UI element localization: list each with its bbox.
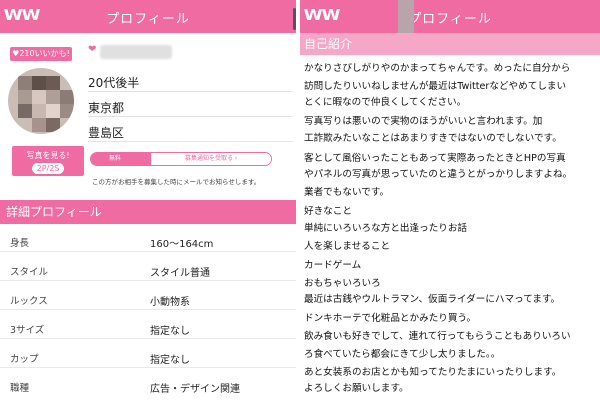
age-row: 20代後半 <box>88 70 293 92</box>
detail-row-height: 身長 160〜164cm <box>0 228 296 252</box>
detail-key: 身長 <box>10 238 30 249</box>
intro-line: おもちゃいろいろ <box>304 278 381 289</box>
intro-line: 工詐欺みたいなことはあまりすきではないのでしないです。 <box>304 133 562 144</box>
intro-line: 最近は古銭やウルトラマン、仮面ライダーにハマってます。 <box>304 294 561 305</box>
detail-key: カップ <box>10 354 39 365</box>
detail-key: 3サイズ <box>10 325 45 336</box>
detail-key: ルックス <box>10 296 48 307</box>
intro-line: 単純にいろいろな方と出逢ったりお話 <box>304 223 468 234</box>
detail-value: 小動物系 <box>150 297 190 308</box>
profile-pane-right: WW プロフィール 自己紹介 かなりさびしがりやのかまってちゃんです。めったに自… <box>300 0 600 400</box>
detail-key: 職種 <box>10 383 30 394</box>
notify-note: この方がお相手を募集した時にメールでお知らせします。 <box>92 178 261 186</box>
self-intro-heading-label: 自己紹介 <box>304 37 353 51</box>
view-photos-label: 写真を見る! <box>26 151 70 160</box>
mail-notify-toggle[interactable]: 無料 募集通知を受取る › <box>90 152 272 166</box>
profile-pane-left: WW プロフィール ♥210いいかも! 写真を見る! 2P/2S ❤ 20代後半… <box>0 0 296 400</box>
intro-line: よろしくお願いします。 <box>304 383 409 394</box>
intro-line: ろ食べていたら都会にきて少し太りました。。 <box>304 349 501 360</box>
page-title-right: プロフィール <box>408 12 492 27</box>
self-intro-heading: 自己紹介 <box>300 33 600 55</box>
avatar[interactable] <box>8 68 74 134</box>
detail-value: 160〜164cm <box>150 239 214 250</box>
intro-line: 好きなこと <box>304 206 352 217</box>
intro-line: ドンキホーテで化粧品とかみたり買う。 <box>304 313 477 324</box>
detail-profile-heading: 詳細プロフィール <box>0 200 296 224</box>
page-title: プロフィール <box>106 12 190 27</box>
intro-line: 業者でもないです。 <box>304 187 390 198</box>
heart-icon: ❤ <box>88 44 97 55</box>
prefecture-value: 東京都 <box>88 101 125 115</box>
intro-line: 訪問したりいいねしませんが最近はTwitterなどやめてしまい <box>304 81 567 92</box>
intro-line: やパネルの写真が思っていたのと違うとがっかりしますよね。 <box>304 169 573 180</box>
area-row: 豊島区 <box>88 120 293 142</box>
app-bar-right: WW プロフィール <box>300 0 600 33</box>
detail-value: 指定なし <box>150 326 190 337</box>
prefecture-row: 東京都 <box>88 95 293 117</box>
photo-count: 2P/2S <box>32 163 64 174</box>
intro-line: かなりさびしがりやのかまってちゃんです。めったに自分から <box>304 63 571 74</box>
detail-row-looks: ルックス 小動物系 <box>0 286 296 310</box>
toggle-free-label: 無料 <box>91 153 151 165</box>
intro-line: カードゲーム <box>304 260 362 271</box>
detail-key: スタイル <box>10 267 49 278</box>
detail-row-cup: カップ 指定なし <box>0 344 296 368</box>
detail-row-3size: 3サイズ 指定なし <box>0 315 296 339</box>
area-value: 豊島区 <box>88 126 125 140</box>
toggle-receive-label: 募集通知を受取る › <box>151 153 271 165</box>
intro-line: あと女装系のお店とかも知ってたりたまにいったりします。 <box>304 367 562 378</box>
intro-line: 人を楽しませること <box>304 241 391 252</box>
like-badge: ♥210いいかも! <box>10 47 72 61</box>
detail-row-occupation: 職種 広告・デザイン関連 <box>0 373 296 397</box>
detail-value: 広告・デザイン関連 <box>150 384 240 395</box>
username-blurred <box>100 45 172 59</box>
intro-line: とくに暇なので仲良くしてください。 <box>304 97 467 108</box>
intro-line: 写真写りは悪いので実物のほうがいいと言われます。加 <box>304 116 543 127</box>
detail-value: スタイル普通 <box>150 268 210 279</box>
app-bar: WW プロフィール <box>0 0 296 33</box>
detail-row-style: スタイル スタイル普通 <box>0 257 296 281</box>
age-value: 20代後半 <box>88 76 140 90</box>
intro-line: 客として風俗いったこともあって実際あったときとHPの写真 <box>304 153 566 164</box>
intro-line: 飲み食いも好きでして、連れて行ってもらうこともありいろい <box>304 331 571 342</box>
detail-value: 指定なし <box>150 355 190 366</box>
view-photos-button[interactable]: 写真を見る! 2P/2S <box>12 146 84 176</box>
